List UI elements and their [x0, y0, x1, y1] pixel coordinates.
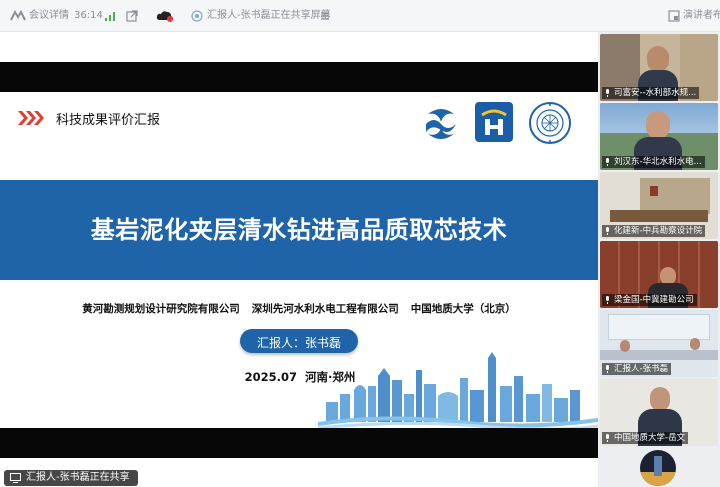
- city-skyline-illustration: [318, 352, 598, 428]
- external-window-icon[interactable]: [126, 10, 138, 22]
- slide-main-title: 基岩泥化夹层清水钻进高品质取芯技术: [90, 216, 508, 244]
- letterbox-top: [0, 62, 598, 92]
- participant-name-4: 梁金国-中冀建勘公司: [614, 295, 694, 305]
- participant-face: [646, 111, 670, 139]
- participant-video-6[interactable]: 中国地质大学-岳文: [600, 379, 718, 446]
- meeting-duration: 36:14: [74, 10, 103, 21]
- mic-icon: [606, 158, 609, 166]
- participant-face: [620, 340, 630, 352]
- presentation-slide: 科技成果评价汇报 基岩泥化夹层清水钻进高品质取芯技术 黄河勘测规划设计研究院有限…: [0, 92, 598, 428]
- participant-name-1: 司富安--水利部水规...: [614, 88, 697, 98]
- share-indicator: 汇报人-张书磊正在共享: [4, 470, 138, 486]
- screen-share-icon: [10, 473, 21, 483]
- shared-screen: 科技成果评价汇报 基岩泥化夹层清水钻进高品质取芯技术 黄河勘测规划设计研究院有限…: [0, 32, 598, 487]
- participant-avatar-7[interactable]: [640, 450, 676, 486]
- mic-icon: [606, 434, 609, 442]
- yrcc-logo: [426, 109, 456, 139]
- organization-2: 深圳先河水利水电工程有限公司: [251, 303, 399, 315]
- meeting-details-link[interactable]: 会议详情: [29, 8, 69, 24]
- mic-icon: [606, 365, 609, 373]
- cugb-seal: [529, 102, 571, 144]
- organization-1: 黄河勘测规划设计研究院有限公司: [82, 303, 240, 315]
- signal-icon: [105, 12, 115, 21]
- participant-video-3[interactable]: 化建新-中兵勘察设计院: [600, 172, 718, 239]
- organization-list: 黄河勘测规划设计研究院有限公司 深圳先河水利水电工程有限公司 中国地质大学（北京）: [0, 301, 598, 316]
- presenter-layout-button[interactable]: 演讲者布局: [683, 8, 720, 24]
- layout-icon[interactable]: [668, 10, 680, 22]
- cloud-record-icon[interactable]: [156, 9, 174, 23]
- share-indicator-text: 汇报人-张书磊正在共享: [26, 472, 130, 483]
- participant-name-2: 刘汉东-华北水利水电...: [614, 157, 702, 167]
- participant-face: [650, 387, 670, 411]
- more-icon[interactable]: [320, 10, 330, 22]
- letterbox-bottom: [0, 428, 598, 458]
- sharing-status-text: 汇报人-张书磊正在共享屏幕: [207, 10, 331, 21]
- participant-panel: 司富安--水利部水规... 刘汉东-华北水利水电... 化建新-中兵勘察设计院 …: [598, 32, 720, 487]
- mic-icon: [606, 89, 609, 97]
- participant-video-4[interactable]: 梁金国-中冀建勘公司: [600, 241, 718, 308]
- slide-header-title: 科技成果评价汇报: [56, 113, 161, 128]
- screen-share-icon: [191, 10, 203, 22]
- company-logo: [475, 102, 513, 142]
- participant-face: [690, 338, 700, 350]
- participant-video-2[interactable]: 刘汉东-华北水利水电...: [600, 103, 718, 170]
- meeting-logo-icon: [10, 10, 26, 21]
- participant-name-6: 中国地质大学-岳文: [614, 433, 686, 443]
- reporter-name: 汇报人：张书磊: [256, 336, 341, 350]
- participant-name-5: 汇报人-张书磊: [614, 364, 669, 374]
- participant-face: [647, 46, 669, 72]
- mic-icon: [606, 296, 609, 304]
- meeting-toolbar: 会议详情 36:14 汇报人-张书磊正在共享屏幕 演讲者布局: [0, 0, 720, 32]
- participant-video-5[interactable]: 汇报人-张书磊: [600, 310, 718, 377]
- organization-3: 中国地质大学（北京）: [410, 303, 516, 315]
- chevrons-icon: [18, 111, 44, 125]
- mic-icon: [606, 227, 609, 235]
- participant-video-1[interactable]: 司富安--水利部水规...: [600, 34, 718, 101]
- participant-name-3: 化建新-中兵勘察设计院: [614, 226, 703, 236]
